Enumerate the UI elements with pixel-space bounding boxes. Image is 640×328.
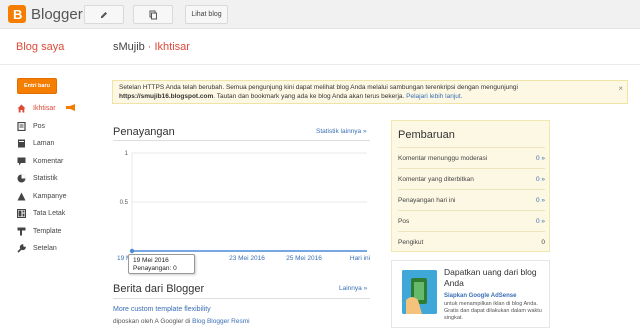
blogger-logo-icon[interactable]: B <box>8 5 26 23</box>
more-news-link[interactable]: Lainnya » <box>339 285 367 292</box>
news-meta-text: diposkan oleh A Googler di <box>113 318 191 325</box>
sidebar-item-label: Kampanye <box>33 192 67 200</box>
news-item-link[interactable]: More custom template flexibility <box>113 306 211 313</box>
sidebar-item-label: Template <box>33 227 62 235</box>
home-icon <box>17 104 26 113</box>
sidebar-nav: Ikhtisar Pos Laman Komentar Statistik Ka… <box>17 100 112 258</box>
updates-row[interactable]: Komentar yang diterbitkan 0 » <box>398 168 545 189</box>
sidebar-item-settings[interactable]: Setelan <box>17 240 112 258</box>
notice-url: https://smujib16.blogspot.com <box>119 92 214 100</box>
notice-text-2: . Tautan dan bookmark yang ada ke blog A… <box>213 92 405 100</box>
updates-row-value[interactable]: 0 » <box>536 197 545 204</box>
chart-tooltip: 19 Mei 2016 Penayangan: 0 <box>128 254 195 274</box>
learn-more-link[interactable]: Pelajari lebih lanjut. <box>406 93 462 100</box>
notice-text-1: Setelan HTTPS Anda telah berubah. Semua … <box>119 84 518 91</box>
https-notice: Setelan HTTPS Anda telah berubah. Semua … <box>112 80 628 104</box>
x-tick-label: 25 Mei 2016 <box>286 255 322 261</box>
view-blog-button[interactable]: Lihat blog <box>185 5 228 24</box>
adsense-title: Dapatkan uang dari blog Anda <box>444 267 537 289</box>
views-title: Penayangan <box>113 126 175 138</box>
views-chart: 1 0.5 19 Mei 2016 23 Mei 2016 25 Mei 2016 Har… <box>112 143 370 261</box>
updates-row-label: Komentar menunggu moderasi <box>398 154 488 162</box>
wrench-icon <box>17 244 26 253</box>
data-point <box>129 248 135 254</box>
more-stats-link[interactable]: Statistik lainnya » <box>316 128 367 135</box>
campaign-icon <box>17 192 26 201</box>
sidebar-item-posts[interactable]: Pos <box>17 118 112 136</box>
blog-name[interactable]: sMujib <box>113 41 145 53</box>
updates-panel: Pembaruan Komentar menunggu moderasi 0 »… <box>391 120 550 252</box>
tooltip-value: Penayangan: 0 <box>133 264 177 272</box>
updates-title: Pembaruan <box>398 129 455 141</box>
page-header: Blog saya sMujib · Ikhtisar <box>0 29 640 65</box>
sidebar-item-label: Setelan <box>33 245 57 253</box>
updates-row-label: Penayangan hari ini <box>398 196 456 204</box>
sidebar-item-stats[interactable]: Statistik <box>17 170 112 188</box>
page-title: sMujib · Ikhtisar <box>113 41 190 53</box>
sidebar-item-label: Laman <box>33 140 55 148</box>
layout-icon <box>17 209 26 219</box>
news-title: Berita dari Blogger <box>113 283 205 295</box>
pencil-icon <box>101 11 107 18</box>
news-item-meta: diposkan oleh A Googler di Blog Blogger … <box>113 318 250 325</box>
views-divider <box>113 140 370 141</box>
news-source-link[interactable]: Blog Blogger Resmi <box>192 318 249 325</box>
sidebar-item-comments[interactable]: Komentar <box>17 153 112 171</box>
sidebar-item-pages[interactable]: Laman <box>17 135 112 153</box>
tooltip-date: 19 Mei 2016 <box>133 257 169 264</box>
updates-row-value[interactable]: 0 » <box>536 218 545 225</box>
my-blogs-link[interactable]: Blog saya <box>16 41 64 53</box>
pages-icon <box>17 139 26 148</box>
updates-row-label: Komentar yang diterbitkan <box>398 175 474 183</box>
posts-icon <box>17 121 26 131</box>
sidebar-item-label: Statistik <box>33 175 58 183</box>
updates-row: Pengikut 0 <box>398 231 545 252</box>
template-icon <box>17 227 26 236</box>
updates-row-label: Pos <box>398 217 410 225</box>
adsense-illustration-icon <box>402 270 437 314</box>
updates-row-label: Pengikut <box>398 238 424 246</box>
sidebar-item-label: Komentar <box>33 157 64 165</box>
title-separator: · <box>147 41 152 53</box>
x-tick-label: 23 Mei 2016 <box>229 255 265 261</box>
news-divider <box>113 298 370 299</box>
adsense-setup-link[interactable]: Siapkan Google AdSense <box>444 293 516 299</box>
megaphone-icon <box>65 104 76 113</box>
y-tick-label: 1 <box>125 151 129 157</box>
comment-icon <box>17 157 26 166</box>
sidebar-item-label: Pos <box>33 122 46 130</box>
updates-row[interactable]: Penayangan hari ini 0 » <box>398 189 545 210</box>
updates-row[interactable]: Komentar menunggu moderasi 0 » <box>398 147 545 168</box>
new-post-button[interactable]: Entri baru <box>17 78 57 94</box>
close-icon[interactable]: × <box>618 84 623 95</box>
brand-name[interactable]: Blogger <box>31 6 83 23</box>
updates-row-value[interactable]: 0 » <box>536 176 545 183</box>
x-tick-label: Hari ini <box>350 255 370 261</box>
stats-icon <box>17 174 26 183</box>
copy-icon <box>149 10 157 19</box>
sidebar-item-campaigns[interactable]: Kampanye <box>17 188 112 206</box>
sidebar-item-label: Tata Letak <box>33 210 66 218</box>
new-post-pencil-button[interactable] <box>84 5 124 24</box>
sidebar-item-label: Ikhtisar <box>33 105 56 113</box>
updates-row-value: 0 <box>541 238 545 246</box>
adsense-description: untuk menampilkan iklan di blog Anda. Gr… <box>444 301 542 322</box>
adsense-promo: Dapatkan uang dari blog Anda Siapkan Goo… <box>391 260 550 328</box>
posts-list-button[interactable] <box>133 5 173 24</box>
updates-row[interactable]: Pos 0 » <box>398 210 545 231</box>
updates-row-value[interactable]: 0 » <box>536 155 545 162</box>
page-name: Ikhtisar <box>154 41 190 53</box>
sidebar-item-layout[interactable]: Tata Letak <box>17 205 112 223</box>
sidebar-item-overview[interactable]: Ikhtisar <box>17 100 112 118</box>
views-chart-svg: 1 0.5 19 Mei 2016 23 Mei 2016 25 Mei 2016 Har… <box>117 151 370 261</box>
sidebar-item-template[interactable]: Template <box>17 223 112 241</box>
top-bar: B Blogger Lihat blog <box>0 0 640 29</box>
y-tick-label: 0.5 <box>120 200 129 206</box>
